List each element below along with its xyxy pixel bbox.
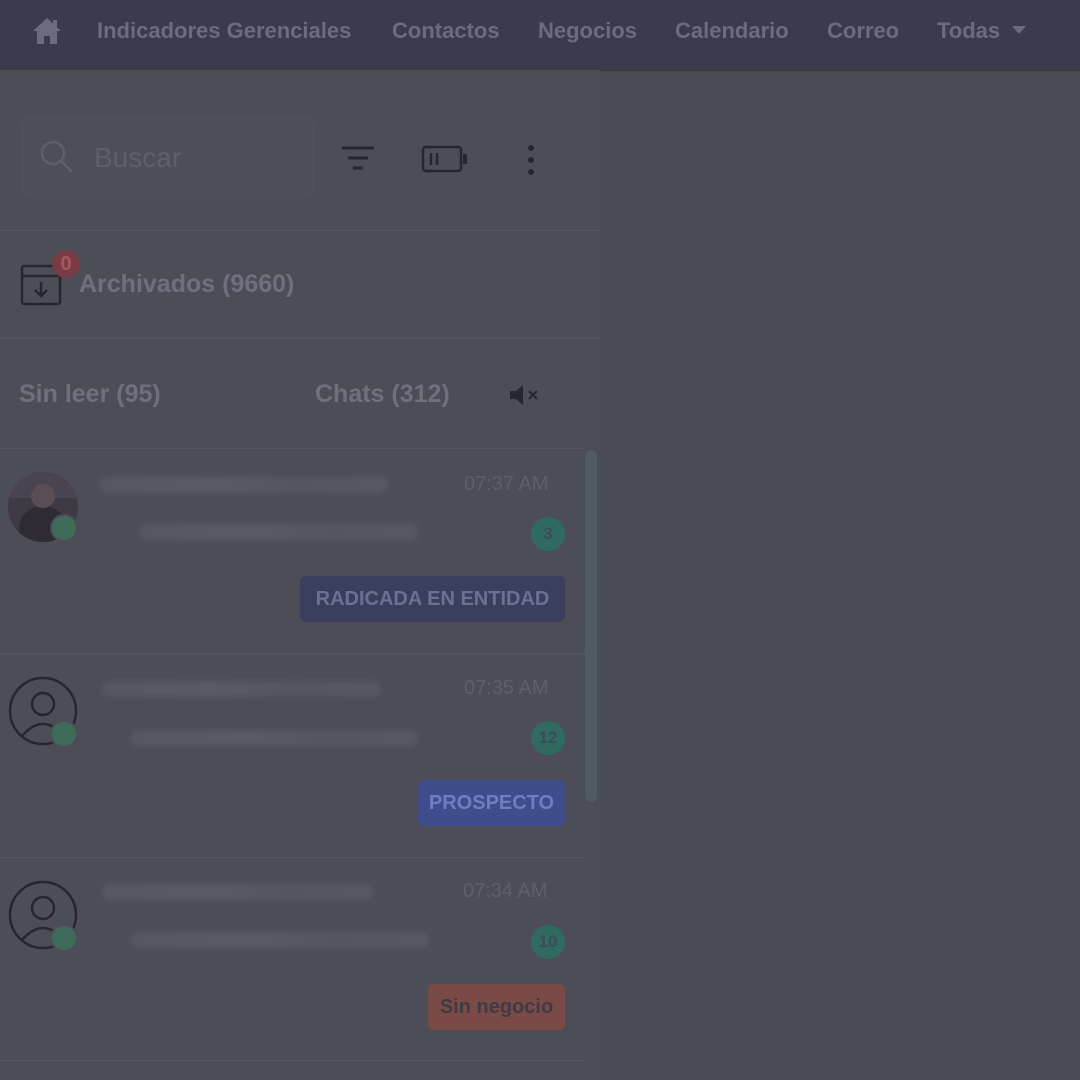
unread-count-badge: 10 xyxy=(531,925,565,959)
status-tag[interactable]: PROSPECTO xyxy=(418,780,565,826)
chat-time: 07:37 AM xyxy=(464,473,549,495)
chat-list-item[interactable]: 07:37 AM 3 RADICADA EN ENTIDAD xyxy=(0,450,585,653)
mute-icon[interactable] xyxy=(508,382,542,408)
contact-name-redacted xyxy=(102,884,374,900)
nav-item-todas-dropdown[interactable]: Todas xyxy=(937,18,1027,44)
nav-item-calendario[interactable]: Calendario xyxy=(675,18,789,44)
filter-icon[interactable] xyxy=(340,144,376,174)
tab-unread[interactable]: Sin leer (95) xyxy=(19,380,161,409)
divider xyxy=(0,448,600,449)
chat-list-item[interactable]: 07:34 AM 10 Sin negocio xyxy=(0,858,585,1061)
message-preview-redacted xyxy=(130,730,418,746)
nav-item-contactos[interactable]: Contactos xyxy=(392,18,500,44)
chevron-down-icon xyxy=(1012,26,1027,34)
battery-icon[interactable] xyxy=(421,144,469,174)
contact-name-redacted xyxy=(102,681,380,697)
archived-label: Archivados (9660) xyxy=(79,270,295,298)
whatsapp-icon xyxy=(50,514,78,542)
contact-name-redacted xyxy=(100,477,388,493)
whatsapp-icon xyxy=(50,924,78,952)
whatsapp-icon xyxy=(50,720,78,748)
home-icon[interactable] xyxy=(31,16,63,46)
chat-time: 07:35 AM xyxy=(464,677,549,699)
unread-count-badge: 3 xyxy=(531,517,565,551)
nav-item-negocios[interactable]: Negocios xyxy=(538,18,637,44)
divider xyxy=(0,338,600,339)
divider xyxy=(0,230,600,231)
nav-item-todas-label: Todas xyxy=(937,18,1001,43)
nav-item-indicadores[interactable]: Indicadores Gerenciales xyxy=(97,18,351,44)
chat-list-item[interactable]: 07:35 AM 12 PROSPECTO xyxy=(0,654,585,857)
search-input[interactable] xyxy=(92,138,296,178)
message-preview-redacted xyxy=(130,932,430,948)
status-tag[interactable]: Sin negocio xyxy=(428,984,565,1030)
status-tag[interactable]: RADICADA EN ENTIDAD xyxy=(300,576,565,622)
more-vertical-icon[interactable] xyxy=(524,144,538,176)
message-preview-redacted xyxy=(140,524,418,540)
unread-count-badge: 12 xyxy=(531,721,565,755)
archive-badge: 0 xyxy=(52,250,80,278)
scrollbar[interactable] xyxy=(585,450,597,802)
tab-chats[interactable]: Chats (312) xyxy=(315,380,450,409)
nav-item-correo[interactable]: Correo xyxy=(827,18,899,44)
search-icon xyxy=(40,140,73,173)
top-navigation-bar: Indicadores Gerenciales Contactos Negoci… xyxy=(0,0,1080,71)
divider xyxy=(0,1060,585,1061)
chat-time: 07:34 AM xyxy=(463,880,548,902)
